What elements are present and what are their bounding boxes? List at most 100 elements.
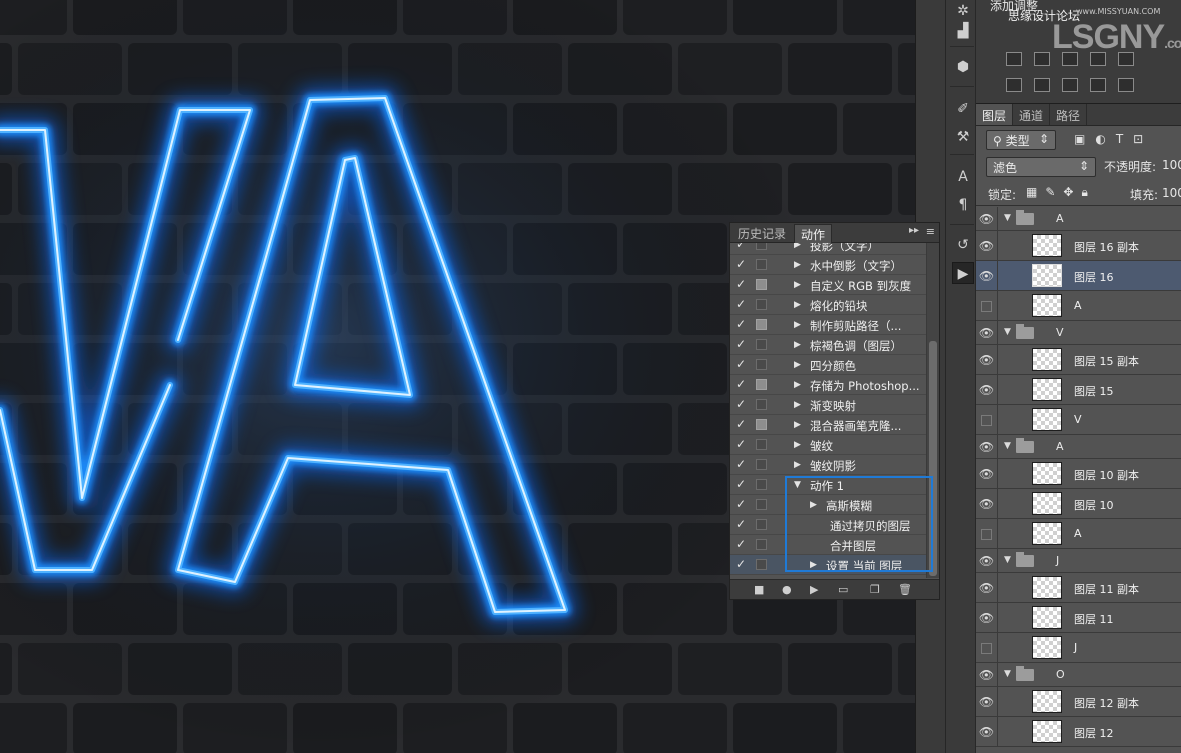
lock-transparency-icon[interactable]: ▦	[1026, 185, 1037, 200]
collapse-icon[interactable]: ▸▸	[909, 225, 919, 236]
layer-group-row[interactable]: 👁︎ ▼ A	[976, 207, 1181, 231]
disclosure-triangle-icon[interactable]: ▶	[794, 243, 801, 250]
action-item[interactable]: ✓ 合并图层	[730, 535, 926, 555]
opacity-input[interactable]: 100	[1162, 158, 1181, 172]
layer-row[interactable]: 👁︎ 图层 11 副本	[976, 573, 1181, 603]
dialog-toggle[interactable]	[756, 559, 767, 570]
history-icon[interactable]: ↺	[952, 234, 974, 256]
action-item[interactable]: ✓ ▼ 动作 1	[730, 475, 926, 495]
dialog-toggle[interactable]	[756, 339, 767, 350]
check-icon[interactable]: ✓	[736, 457, 746, 471]
pixel-filter-icon[interactable]: ▣	[1074, 132, 1085, 146]
action-item[interactable]: ✓ ▶ 四分颜色	[730, 355, 926, 375]
play-icon[interactable]: ▶	[810, 583, 818, 596]
disclosure-triangle-icon[interactable]: ▼	[1004, 669, 1011, 679]
check-icon[interactable]: ✓	[736, 517, 746, 531]
tab-channels[interactable]: 通道	[1013, 104, 1051, 125]
threshold-icon[interactable]	[1062, 78, 1078, 92]
eye-icon[interactable]: 👁︎	[976, 663, 998, 686]
disclosure-triangle-icon[interactable]: ▶	[794, 440, 801, 450]
dialog-toggle[interactable]	[756, 499, 767, 510]
layer-row[interactable]: V	[976, 405, 1181, 435]
levels-icon[interactable]	[1062, 52, 1078, 66]
brightness-icon[interactable]	[1006, 52, 1022, 66]
visibility-off-box[interactable]	[976, 519, 998, 548]
check-icon[interactable]: ✓	[736, 477, 746, 491]
dialog-toggle[interactable]	[756, 439, 767, 450]
disclosure-triangle-icon[interactable]: ▶	[794, 300, 801, 310]
layer-row[interactable]: 👁︎ 图层 15	[976, 375, 1181, 405]
eye-icon[interactable]: 👁︎	[976, 261, 998, 290]
adjustment-filter-icon[interactable]: ◐	[1095, 132, 1105, 146]
lock-pixels-icon[interactable]: ✎	[1045, 185, 1055, 200]
blend-mode-select[interactable]: 滤色 ⇕	[986, 157, 1096, 177]
eye-icon[interactable]: 👁︎	[976, 321, 998, 344]
action-item[interactable]: ✓ 通过拷贝的图层	[730, 515, 926, 535]
stop-icon[interactable]: ■	[754, 583, 764, 596]
new-set-icon[interactable]: ▭	[838, 583, 848, 596]
disclosure-triangle-icon[interactable]: ▼	[1004, 327, 1011, 337]
check-icon[interactable]: ✓	[736, 397, 746, 411]
disclosure-triangle-icon[interactable]: ▶	[794, 460, 801, 470]
eye-icon[interactable]: 👁︎	[976, 717, 998, 746]
type-filter-icon[interactable]: T	[1116, 132, 1123, 146]
action-item[interactable]: ✓ ▶ 制作剪贴路径（...	[730, 315, 926, 335]
layer-row[interactable]: 👁︎ 图层 10 副本	[976, 459, 1181, 489]
dialog-toggle[interactable]	[756, 243, 767, 250]
dialog-toggle[interactable]	[756, 399, 767, 410]
action-item[interactable]: ✓ ▶ 存储为 Photoshop...	[730, 375, 926, 395]
panel-menu-icon[interactable]: ≡	[926, 225, 935, 238]
check-icon[interactable]: ✓	[736, 537, 746, 551]
layer-group-row[interactable]: 👁︎ ▼ V	[976, 321, 1181, 345]
invert-icon[interactable]	[1006, 78, 1022, 92]
eye-icon[interactable]: 👁︎	[976, 573, 998, 602]
check-icon[interactable]: ✓	[736, 243, 746, 251]
actions-scrollbar[interactable]	[926, 243, 939, 578]
eye-icon[interactable]: 👁︎	[976, 207, 998, 230]
disclosure-triangle-icon[interactable]: ▶	[794, 260, 801, 270]
vibrance-icon[interactable]	[1118, 52, 1134, 66]
action-item[interactable]: ✓ ▶ 棕褐色调（图层）	[730, 335, 926, 355]
action-item[interactable]: ✓ ▶ 皱纹	[730, 435, 926, 455]
action-item[interactable]: ✓ ▶ 水中倒影（文字）	[730, 255, 926, 275]
eye-icon[interactable]: 👁︎	[976, 435, 998, 458]
new-action-icon[interactable]: ❐	[870, 583, 880, 596]
disclosure-triangle-icon[interactable]: ▼	[794, 480, 801, 490]
selective-color-icon[interactable]	[1118, 78, 1134, 92]
dialog-toggle[interactable]	[756, 479, 767, 490]
disclosure-triangle-icon[interactable]: ▶	[794, 360, 801, 370]
3d-icon[interactable]: ⬢	[952, 56, 974, 78]
dialog-toggle[interactable]	[756, 539, 767, 550]
action-item[interactable]: ✓ ▶ 高斯模糊	[730, 495, 926, 515]
layer-row[interactable]: 👁︎ 图层 10	[976, 489, 1181, 519]
action-item[interactable]: ✓ ▶ 自定义 RGB 到灰度	[730, 275, 926, 295]
check-icon[interactable]: ✓	[736, 497, 746, 511]
brush-icon[interactable]: ✐	[952, 98, 974, 120]
eye-icon[interactable]: 👁︎	[976, 489, 998, 518]
visibility-off-box[interactable]	[976, 291, 998, 320]
dialog-toggle[interactable]	[756, 279, 767, 290]
disclosure-triangle-icon[interactable]: ▼	[1004, 555, 1011, 565]
disclosure-triangle-icon[interactable]: ▼	[1004, 441, 1011, 451]
layer-group-row[interactable]: 👁︎ ▼ O	[976, 663, 1181, 687]
tab-history[interactable]: 历史记录	[732, 224, 792, 243]
shape-filter-icon[interactable]: ⊡	[1133, 132, 1143, 146]
check-icon[interactable]: ✓	[736, 557, 746, 571]
tab-actions[interactable]: 动作	[794, 224, 833, 244]
check-icon[interactable]: ✓	[736, 297, 746, 311]
tab-paths[interactable]: 路径	[1050, 104, 1088, 125]
disclosure-triangle-icon[interactable]: ▶	[794, 400, 801, 410]
tool-presets-icon[interactable]: ⚒	[952, 126, 974, 148]
check-icon[interactable]: ✓	[736, 437, 746, 451]
eye-icon[interactable]: 👁︎	[976, 231, 998, 260]
record-icon[interactable]: ●	[782, 583, 792, 596]
eye-icon[interactable]: 👁︎	[976, 603, 998, 632]
action-item[interactable]: ✓ ▶ 熔化的铅块	[730, 295, 926, 315]
tab-layers[interactable]: 图层	[976, 104, 1014, 125]
eye-icon[interactable]: 👁︎	[976, 549, 998, 572]
visibility-off-box[interactable]	[976, 405, 998, 434]
check-icon[interactable]: ✓	[736, 257, 746, 271]
action-item[interactable]: ✓ ▶ 设置 当前 图层	[730, 555, 926, 575]
disclosure-triangle-icon[interactable]: ▶	[794, 340, 801, 350]
action-item[interactable]: ✓ ▶ 投影（文字）	[730, 243, 926, 255]
